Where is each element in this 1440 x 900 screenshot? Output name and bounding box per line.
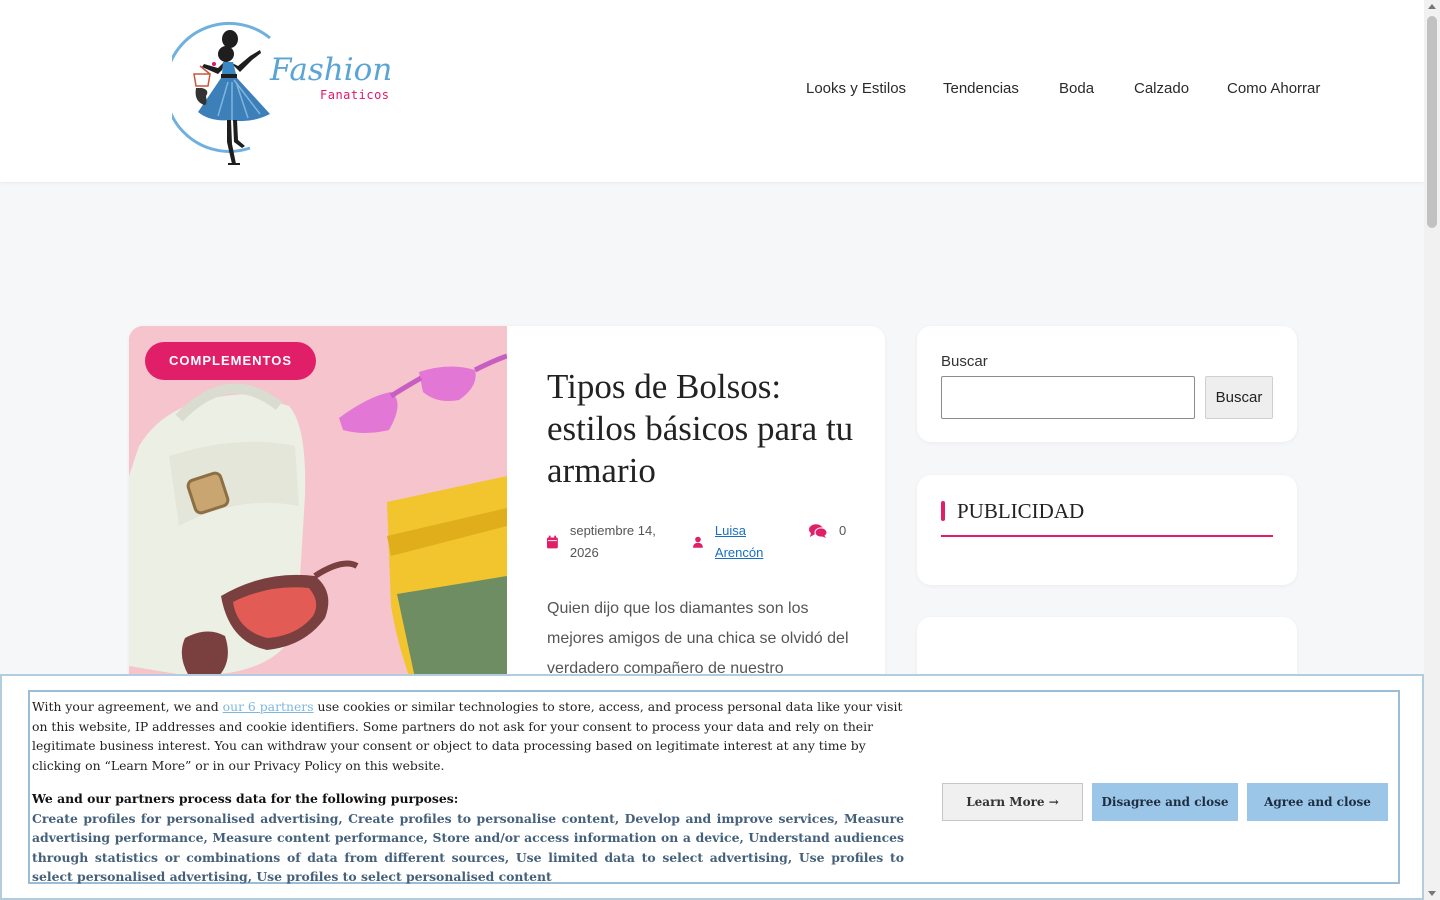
ad-widget-title-text: PUBLICIDAD (957, 499, 1085, 523)
nav-item-calzado[interactable]: Calzado (1134, 80, 1189, 97)
comments-icon (809, 524, 827, 538)
post-meta: septiembre 14, 2026 Luisa Arencón 0 (547, 520, 857, 564)
page-scrollbar[interactable] (1424, 0, 1440, 900)
comments-count[interactable]: 0 (839, 520, 846, 542)
search-input[interactable] (941, 376, 1195, 419)
logo-wordmark: Fashion (270, 52, 393, 88)
post-author: Luisa Arencón (693, 520, 783, 564)
purposes-list: Create profiles for personalised adverti… (32, 810, 904, 885)
search-widget: Buscar Buscar (917, 326, 1297, 442)
scroll-up-arrow-icon[interactable] (1428, 4, 1436, 9)
category-badge[interactable]: COMPLEMENTOS (145, 342, 316, 380)
nav-item-como-ahorrar[interactable]: Como Ahorrar (1227, 80, 1320, 97)
site-logo[interactable]: Fashion Fanaticos (163, 16, 397, 168)
cookie-consent-banner: With your agreement, we and our 6 partne… (0, 674, 1424, 900)
title-accent-bar (941, 501, 945, 521)
cookie-intro: With your agreement, we and our 6 partne… (32, 697, 904, 775)
scroll-down-arrow-icon[interactable] (1428, 891, 1436, 896)
nav-item-boda[interactable]: Boda (1059, 80, 1094, 97)
ad-widget-title: PUBLICIDAD (941, 497, 1273, 537)
post-date-text: septiembre 14, 2026 (569, 523, 656, 560)
cookie-text: With your agreement, we and our 6 partne… (32, 697, 904, 887)
nav-item-looks-y-estilos[interactable]: Looks y Estilos (806, 80, 906, 97)
post-body: Tipos de Bolsos: estilos básicos para tu… (547, 366, 857, 684)
partners-link[interactable]: our 6 partners (223, 699, 314, 714)
calendar-icon (547, 535, 558, 549)
cookie-consent-box: With your agreement, we and our 6 partne… (28, 690, 1400, 884)
learn-more-button[interactable]: Learn More → (942, 783, 1083, 821)
site-header: Fashion Fanaticos Looks y Estilos Tenden… (0, 0, 1424, 182)
post-excerpt: Quien dijo que los diamantes son los mej… (547, 600, 849, 677)
nav-item-tendencias[interactable]: Tendencias (943, 80, 1019, 97)
post-comments: 0 (809, 520, 846, 542)
post-author-link[interactable]: Luisa Arencón (715, 520, 783, 564)
agree-close-button[interactable]: Agree and close (1247, 783, 1388, 821)
search-button[interactable]: Buscar (1205, 376, 1273, 419)
logo-subtitle: Fanaticos (320, 88, 390, 102)
user-icon (693, 536, 703, 548)
ad-widget: PUBLICIDAD (917, 475, 1297, 585)
purposes-heading: We and our partners process data for the… (32, 791, 459, 806)
post-date: septiembre 14, 2026 (547, 520, 677, 564)
scrollbar-thumb[interactable] (1427, 16, 1437, 228)
post-title[interactable]: Tipos de Bolsos: estilos básicos para tu… (547, 366, 857, 492)
cookie-intro-before: With your agreement, we and (32, 699, 223, 714)
search-label: Buscar (941, 353, 988, 370)
disagree-close-button[interactable]: Disagree and close (1092, 783, 1238, 821)
